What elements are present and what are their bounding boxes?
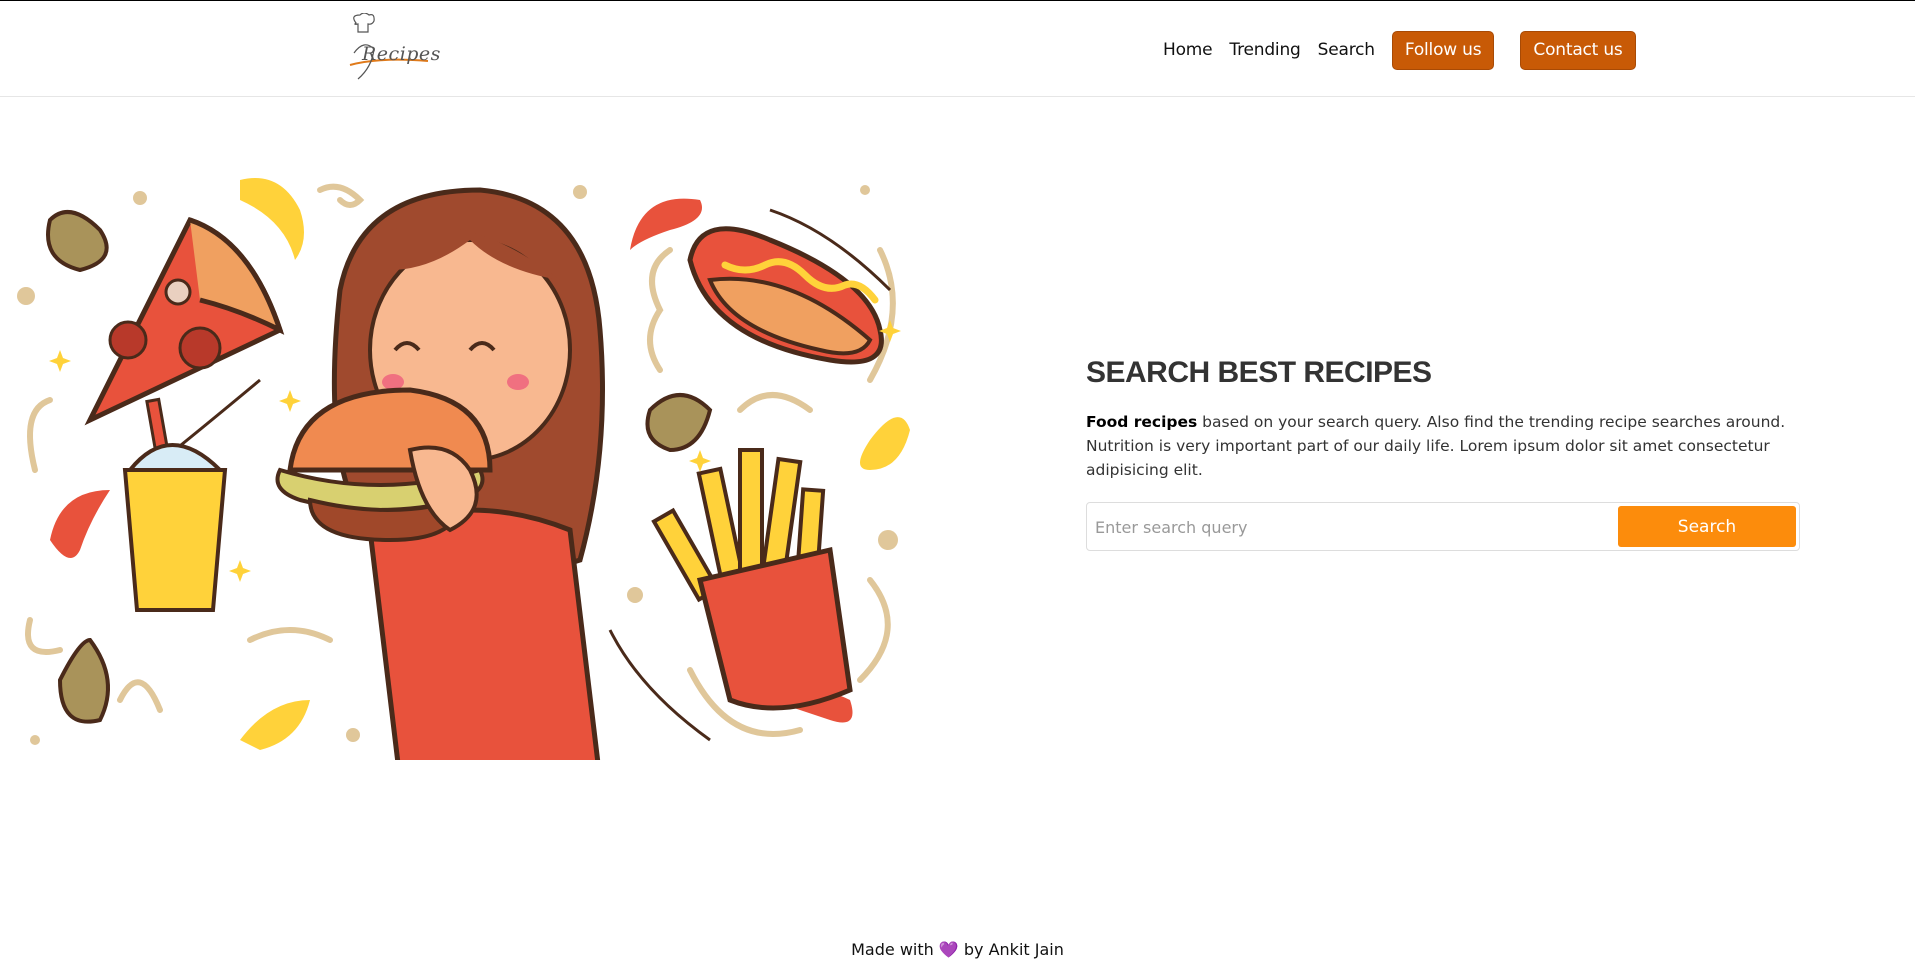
pizza-illustration xyxy=(84,216,285,426)
site-header: Recipes Home Trending Search Follow us C… xyxy=(0,1,1915,97)
search-button[interactable]: Search xyxy=(1618,506,1796,547)
footer-author: by Ankit Jain xyxy=(963,940,1064,959)
logo-text: Recipes xyxy=(362,43,441,65)
footer-prefix: Made with xyxy=(851,940,934,959)
search-form: Search xyxy=(1086,502,1800,551)
page-title: SEARCH BEST RECIPES xyxy=(1086,356,1432,389)
description: Food recipes based on your search query.… xyxy=(1086,410,1801,482)
site-footer: Made with 💜 by Ankit Jain xyxy=(0,940,1915,959)
search-input[interactable] xyxy=(1095,511,1595,543)
nav-trending[interactable]: Trending xyxy=(1229,40,1300,60)
nav-home[interactable]: Home xyxy=(1163,40,1213,60)
drink-illustration xyxy=(122,397,228,612)
description-bold: Food recipes xyxy=(1086,413,1198,431)
heart-icon: 💜 xyxy=(938,940,959,959)
main-nav: Home Trending Search Follow us Contact u… xyxy=(1163,30,1636,70)
burger-illustration xyxy=(275,387,493,543)
search-section: SEARCH BEST RECIPES Food recipes based o… xyxy=(1086,356,1801,551)
site-logo[interactable]: Recipes xyxy=(342,12,440,85)
hotdog-illustration xyxy=(687,226,884,365)
follow-us-button[interactable]: Follow us xyxy=(1391,30,1495,70)
contact-us-button[interactable]: Contact us xyxy=(1520,30,1636,70)
nav-search[interactable]: Search xyxy=(1318,40,1375,60)
hero-illustration xyxy=(10,170,950,783)
fries-illustration xyxy=(651,448,853,711)
